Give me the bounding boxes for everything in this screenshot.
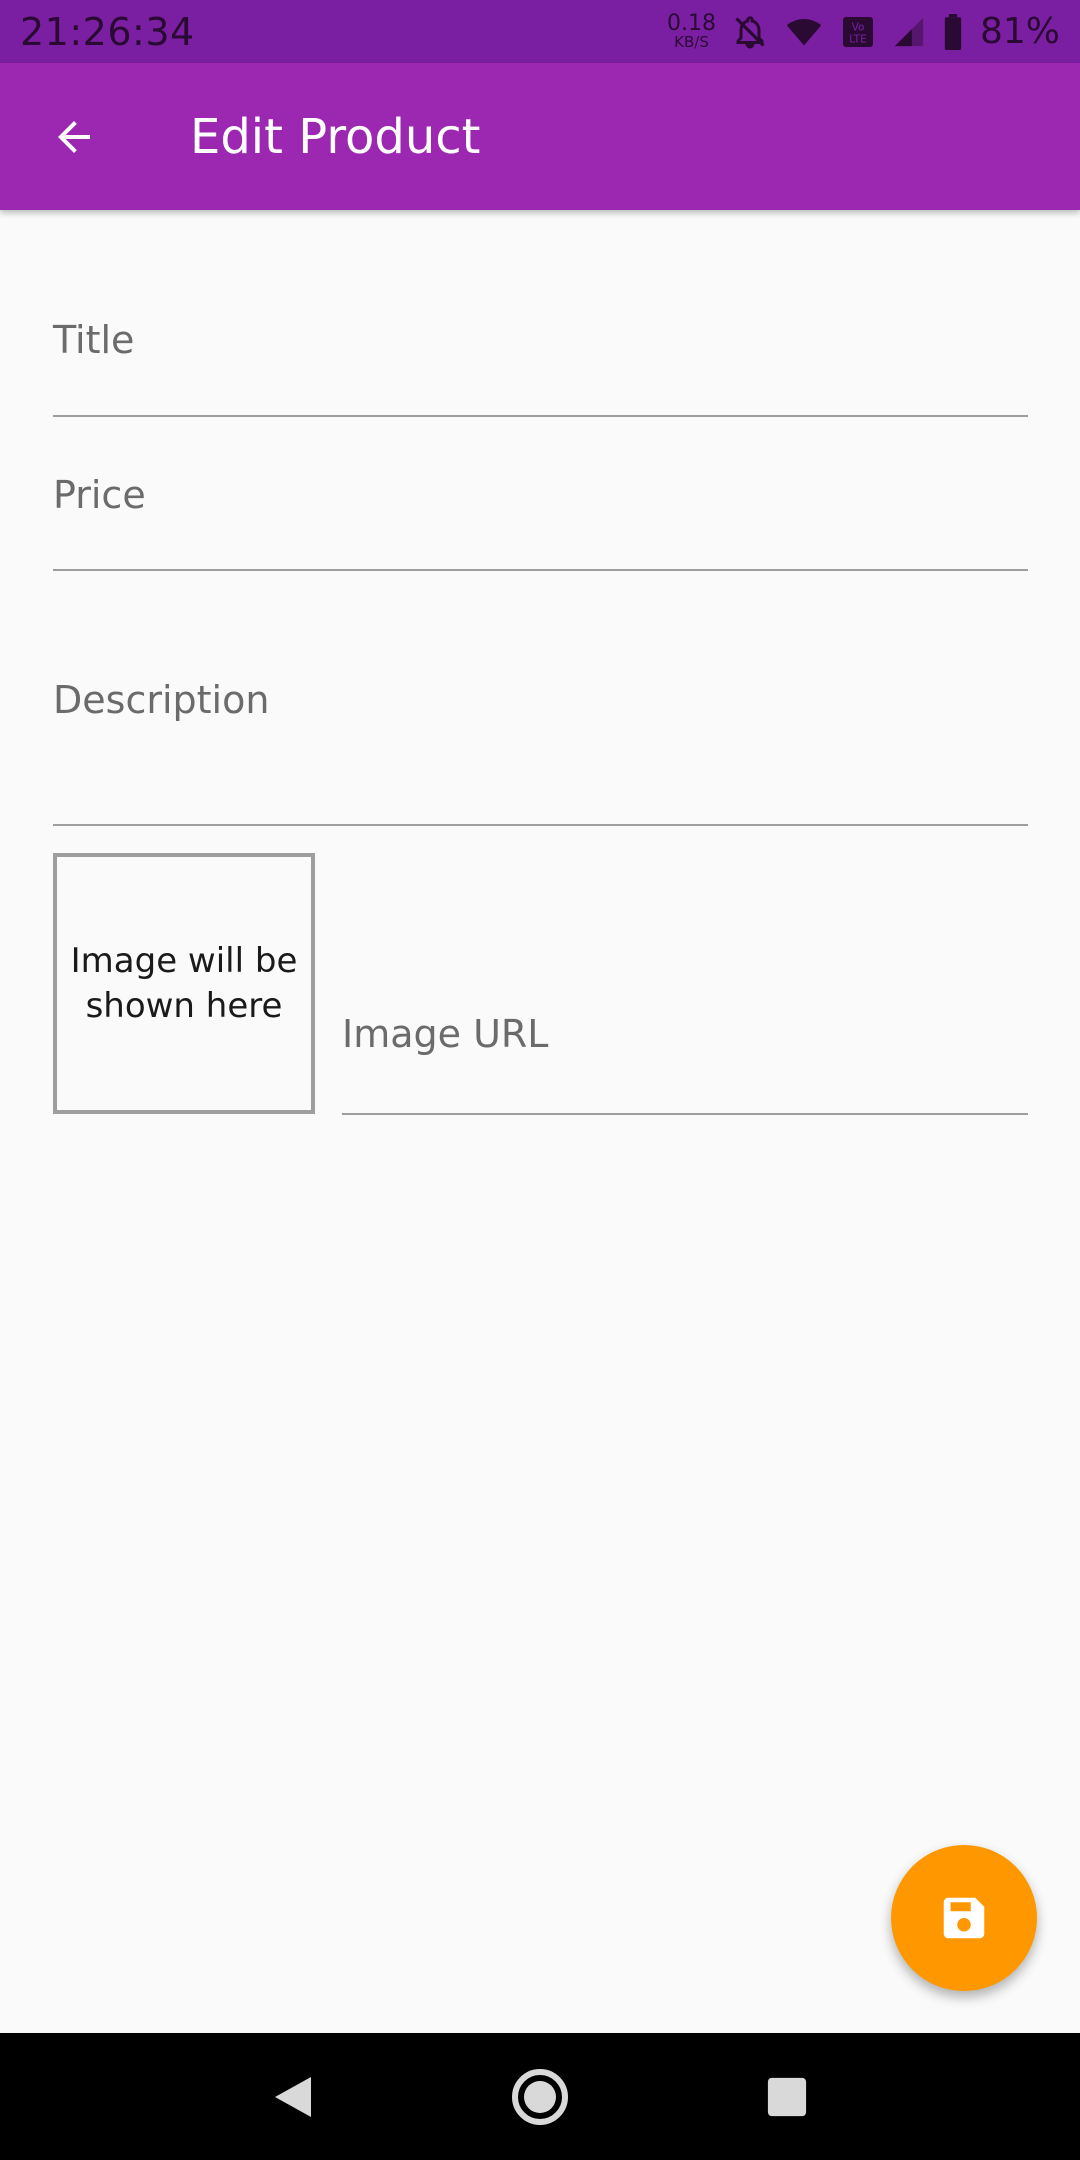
- image-preview-placeholder: Image will be shown here: [70, 941, 298, 1026]
- save-icon: [943, 1897, 985, 1939]
- back-button[interactable]: [46, 109, 102, 165]
- price-field[interactable]: Price: [53, 455, 1028, 573]
- status-bar: 21:26:34 0.18 KB/S Vo LTE 81%: [0, 0, 1080, 63]
- svg-text:Vo: Vo: [852, 21, 865, 33]
- title-label: Title: [53, 318, 135, 362]
- title-field[interactable]: Title: [53, 300, 1028, 418]
- home-circle-icon: [511, 2068, 568, 2125]
- arrow-back-icon: [58, 120, 90, 153]
- page-title: Edit Product: [190, 108, 481, 165]
- price-underline: [53, 569, 1028, 571]
- network-speed: 0.18 KB/S: [667, 13, 716, 50]
- image-url-label: Image URL: [342, 1012, 549, 1056]
- nav-back-button[interactable]: [253, 2057, 333, 2137]
- image-preview: Image will be shown here: [53, 853, 315, 1114]
- image-url-underline: [342, 1113, 1028, 1115]
- status-icons: 0.18 KB/S Vo LTE 81%: [667, 11, 1060, 52]
- description-field[interactable]: Description: [53, 660, 1028, 828]
- nav-recents-button[interactable]: [747, 2057, 827, 2137]
- nav-home-button[interactable]: [500, 2057, 580, 2137]
- network-speed-value: 0.18: [667, 11, 716, 36]
- signal-icon: [892, 15, 926, 49]
- volte-icon: Vo LTE: [840, 14, 876, 50]
- wifi-icon: [784, 14, 824, 50]
- back-triangle-icon: [275, 2076, 312, 2117]
- app-bar: Edit Product: [0, 63, 1080, 210]
- edit-product-screen: 21:26:34 0.18 KB/S Vo LTE 81% Edit Produ…: [0, 0, 1080, 2160]
- image-url-field[interactable]: Image URL: [342, 1000, 1028, 1118]
- price-label: Price: [53, 473, 146, 517]
- network-speed-unit: KB/S: [674, 33, 709, 51]
- description-label: Description: [53, 678, 270, 722]
- save-button[interactable]: [891, 1845, 1037, 1991]
- battery-percent: 81%: [979, 11, 1060, 52]
- recents-square-icon: [767, 2077, 806, 2116]
- svg-text:LTE: LTE: [849, 33, 866, 45]
- title-underline: [53, 415, 1028, 417]
- status-time: 21:26:34: [20, 9, 195, 54]
- description-underline: [53, 824, 1028, 826]
- battery-icon: [942, 13, 964, 50]
- navigation-bar: [0, 2033, 1080, 2160]
- bell-off-icon: [732, 14, 768, 50]
